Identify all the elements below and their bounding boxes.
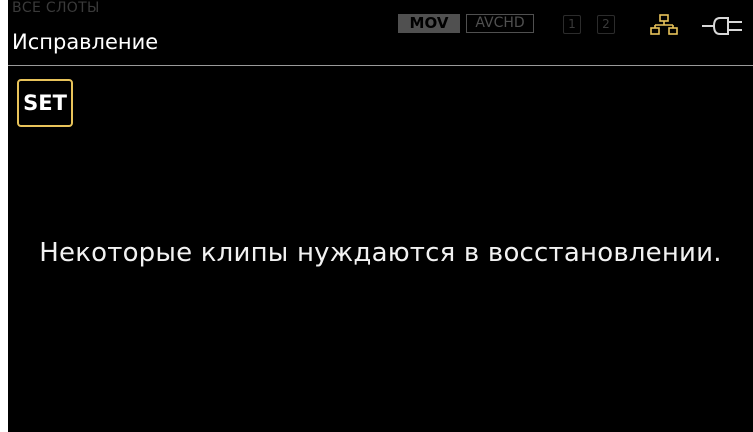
power-plug-icon xyxy=(702,17,742,35)
left-edge-strip xyxy=(0,0,8,432)
slot-1-indicator: 1 xyxy=(563,15,581,34)
set-button[interactable]: SET xyxy=(17,79,73,127)
format-avchd-badge: AVCHD xyxy=(466,14,534,33)
page-title: Исправление xyxy=(12,30,159,54)
title-divider xyxy=(8,65,753,66)
ghost-slots-label: ВСЕ СЛОТЫ xyxy=(12,0,100,16)
repair-message: Некоторые клипы нуждаются в восстановлен… xyxy=(39,238,722,268)
format-mov-badge: MOV xyxy=(398,14,460,33)
slot-2-indicator: 2 xyxy=(597,15,615,34)
network-icon xyxy=(650,14,678,35)
